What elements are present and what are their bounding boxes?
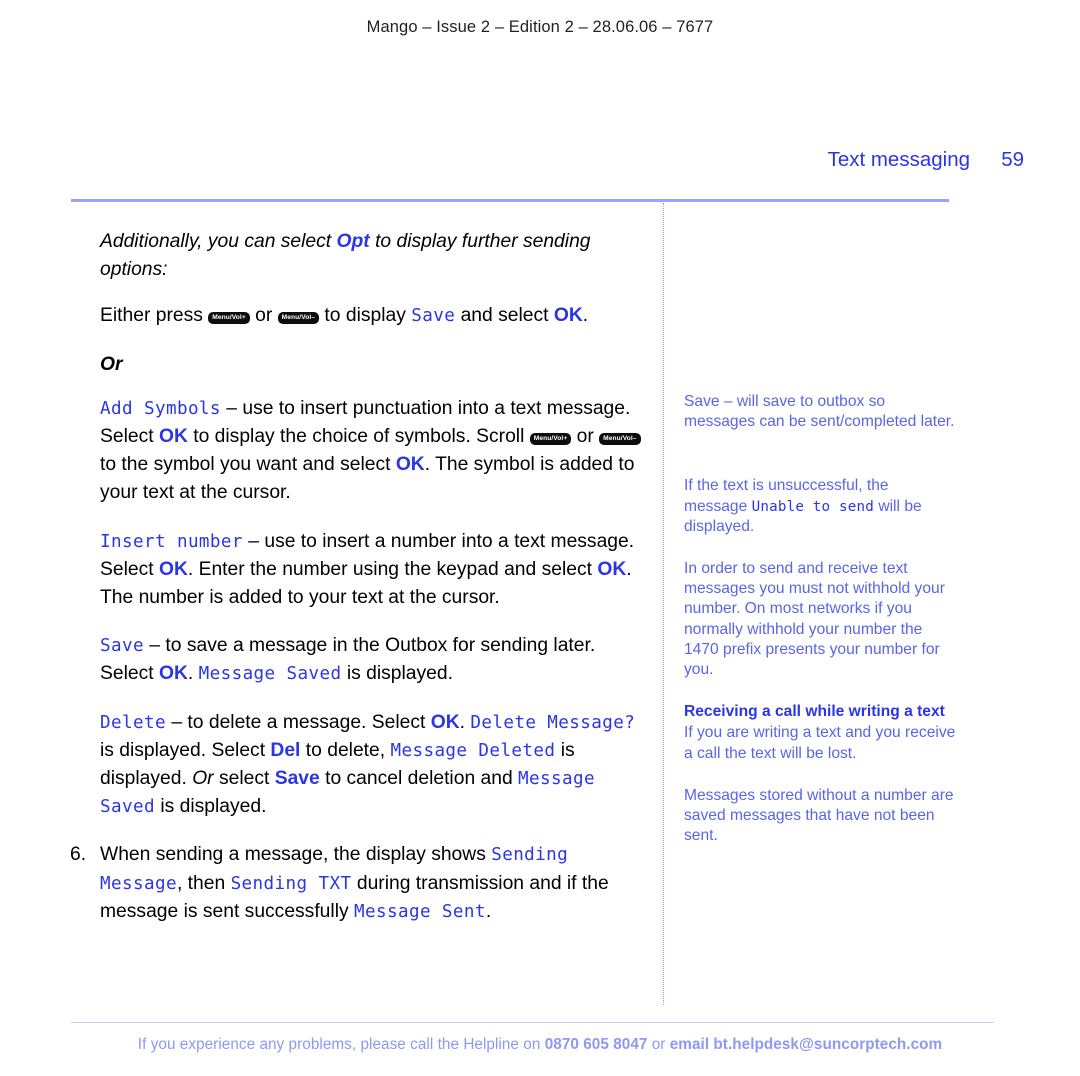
delete-option-text-1: – to delete a message. Select (165, 711, 431, 733)
save-option-text-3: is displayed. (341, 663, 453, 685)
delete-option-paragraph: Delete – to delete a message. Select OK.… (70, 709, 650, 822)
menu-vol-up-key-icon: Menu/Vol+ (529, 433, 572, 445)
either-press-text-5: . (582, 305, 589, 327)
insert-number-text-2: . Enter the number using the keypad and … (187, 558, 598, 580)
softkey-ok: OK (158, 426, 188, 448)
page-number: 59 (1001, 148, 1024, 171)
softkey-del: Del (270, 739, 301, 761)
footer-phone: 0870 605 8047 (544, 1036, 648, 1053)
add-symbols-text-3: or (571, 426, 600, 448)
list-item-step-6: 6. When sending a message, the display sh… (70, 841, 650, 926)
either-press-text-1: Either press (100, 305, 209, 327)
delete-option-text-3: is displayed. Select (100, 739, 271, 761)
softkey-save: Save (274, 768, 320, 790)
softkey-ok: OK (158, 558, 188, 580)
softkey-ok: OK (158, 663, 188, 685)
lcd-message-sent: Message Sent (353, 901, 486, 922)
add-symbols-text-4: to the symbol you want and select (100, 454, 396, 476)
lcd-delete-message-prompt: Delete Message? (470, 712, 636, 733)
main-content-column: Additionally, you can select Opt to disp… (70, 228, 650, 926)
sidebar-notes-column: Save – will save to outbox so messages c… (684, 392, 956, 868)
delete-option-text-7: to cancel deletion and (319, 768, 519, 790)
page-title: Text messaging (827, 148, 970, 171)
add-symbols-paragraph: Add Symbols – use to insert punctuation … (70, 395, 650, 508)
sidebar-heading-receiving-call: Receiving a call while writing a text (684, 703, 945, 721)
lcd-unable-to-send: Unable to send (751, 498, 874, 515)
menu-vol-down-key-icon: Menu/Vol– (277, 312, 320, 324)
sidebar-note-receiving-call: If you are writing a text and you receiv… (684, 724, 956, 762)
footer-helpline: If you experience any problems, please c… (0, 1036, 1080, 1054)
lcd-save: Save (100, 636, 144, 657)
footer-text-1: If you experience any problems, please c… (137, 1036, 545, 1053)
either-press-text-4: and select (455, 305, 554, 327)
softkey-ok: OK (395, 454, 425, 476)
lcd-delete: Delete (100, 712, 166, 733)
intro-text-1: Additionally, you can select (100, 231, 337, 252)
either-press-text-2: or (249, 305, 278, 327)
delete-option-text-8: is displayed. (154, 796, 267, 818)
sidebar-note-save: Save – will save to outbox so messages c… (684, 393, 955, 431)
footer-text-2: or (647, 1036, 670, 1053)
menu-vol-up-key-icon: Menu/Vol+ (208, 312, 250, 324)
softkey-ok: OK (597, 558, 627, 580)
softkey-ok: OK (553, 305, 583, 327)
footer-email: email bt.helpdesk@suncorptech.com (669, 1036, 943, 1053)
lcd-insert-number: Insert number (100, 531, 243, 552)
save-option-paragraph: Save – to save a message in the Outbox f… (70, 632, 650, 688)
lcd-message-saved: Message Saved (198, 664, 342, 685)
header-rule (71, 199, 949, 202)
lcd-sending-txt: Sending TXT (230, 873, 352, 894)
menu-vol-down-key-icon: Menu/Vol– (599, 433, 641, 445)
lcd-message-deleted: Message Deleted (390, 740, 556, 761)
delete-option-text-2: . (459, 711, 471, 733)
softkey-opt: Opt (336, 231, 370, 252)
step6-text-2: , then (176, 872, 231, 894)
add-symbols-text-2: to display the choice of symbols. Scroll (187, 426, 530, 448)
sidebar-note-withhold: In order to send and receive text messag… (684, 560, 945, 679)
sidebar-note-unsuccessful: If the text is unsuccessful, the message… (684, 476, 956, 537)
save-option-text-2: . (187, 663, 199, 685)
softkey-ok: OK (430, 711, 460, 733)
insert-number-paragraph: Insert number – use to insert a number i… (70, 528, 650, 613)
running-head: Mango – Issue 2 – Edition 2 – 28.06.06 –… (366, 18, 714, 36)
delete-option-text-6: select (213, 768, 275, 790)
footer-rule (71, 1022, 994, 1023)
step-number: 6. (70, 844, 87, 866)
either-press-text-3: to display (319, 305, 412, 327)
or-label: Or (100, 353, 123, 375)
step6-text-1: When sending a message, the display show… (100, 844, 492, 866)
page-header: Text messaging 59 (0, 148, 1080, 182)
step6-text-4: . (485, 900, 492, 922)
lcd-add-symbols: Add Symbols (100, 398, 221, 419)
sidebar-note-stored-without-number: Messages stored without a number are sav… (684, 786, 954, 845)
column-divider (663, 203, 665, 1005)
lcd-save: Save (411, 306, 456, 327)
or-inline: Or (192, 768, 214, 790)
delete-option-text-4: to delete, (300, 739, 391, 761)
either-press-paragraph: Either press Menu/Vol+ or Menu/Vol– to d… (70, 302, 650, 330)
intro-paragraph: Additionally, you can select Opt to disp… (70, 228, 650, 284)
